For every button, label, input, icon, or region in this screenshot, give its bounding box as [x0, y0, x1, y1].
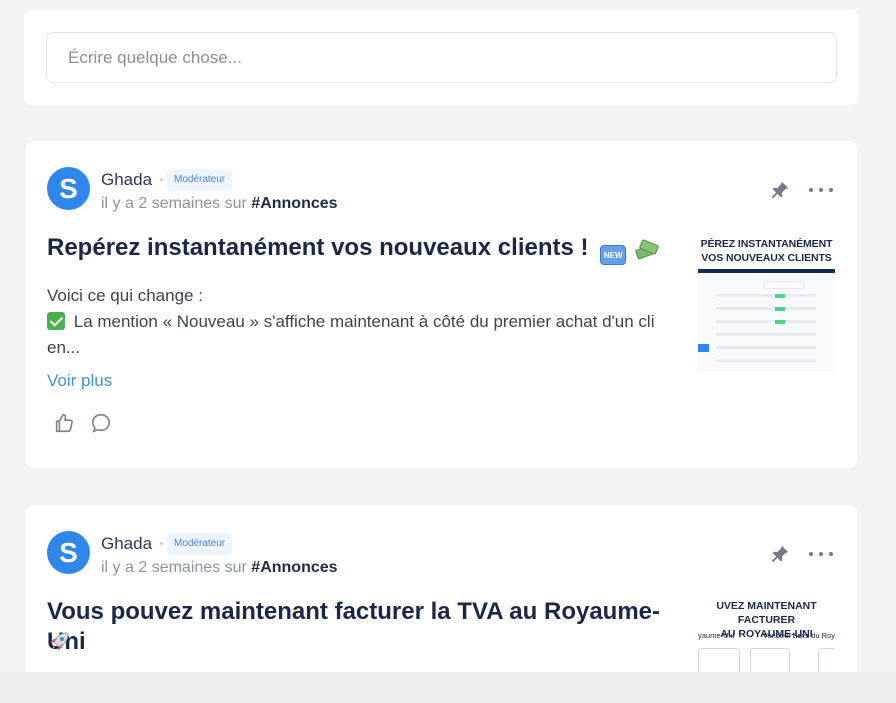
post-composer-input[interactable]	[46, 32, 837, 83]
post-title[interactable]: Vous pouvez maintenant facturer la TVA a…	[47, 597, 692, 657]
thumbnail-screenshot	[698, 276, 835, 371]
more-options-icon[interactable]	[809, 546, 833, 562]
more-options-icon[interactable]	[809, 182, 833, 198]
moderator-badge: Modérateur	[167, 533, 233, 555]
separator-dot	[160, 178, 163, 181]
moderator-badge: Modérateur	[167, 169, 233, 191]
thumbnail-new-badge	[775, 294, 785, 298]
post-body: Voici ce qui change : La mention « Nouve…	[47, 283, 691, 361]
body-line: La mention « Nouveau » s'affiche mainten…	[47, 309, 691, 335]
pin-icon[interactable]	[769, 179, 791, 201]
thumbnail-row	[716, 359, 816, 362]
thumbnail-row	[716, 346, 816, 349]
see-more-link[interactable]: Voir plus	[47, 371, 112, 391]
thumbnail-right-label: Vendeur hors du Roy	[763, 631, 835, 640]
post-tag-link[interactable]: #Annonces	[251, 195, 337, 212]
thumbnail-row	[716, 294, 816, 297]
author-name[interactable]: Ghada	[101, 170, 152, 190]
post-time: il y a 2 semaines sur	[101, 559, 247, 576]
thumbnail-title-line: UVEZ MAINTENANT FACTURER	[716, 600, 817, 626]
body-line: en...	[47, 338, 81, 357]
post-meta: il y a 2 semaines sur #Annonces	[101, 195, 338, 213]
comment-icon[interactable]	[90, 412, 112, 434]
post-title[interactable]: Repérez instantanément vos nouveaux clie…	[47, 233, 687, 265]
post-time: il y a 2 semaines sur	[101, 195, 247, 212]
thumbnail-heading: PÉREZ INSTANTANÉMENT VOS NOUVEAUX CLIENT…	[698, 233, 835, 273]
pin-icon[interactable]	[769, 543, 791, 565]
money-wings-icon	[634, 238, 660, 260]
post-composer-card	[24, 10, 859, 105]
thumbnail-title-line: PÉREZ INSTANTANÉMENT	[700, 238, 833, 250]
rocket-icon	[50, 632, 69, 651]
thumbnail-left-label: yaume-Uni	[698, 631, 735, 640]
viewport-bottom-shade	[0, 672, 896, 703]
thumbnail-popup	[764, 281, 804, 289]
post-title-text: Vous pouvez maintenant facturer la TVA a…	[47, 598, 661, 655]
thumbnail-title-line: VOS NOUVEAUX CLIENTS	[701, 252, 832, 264]
avatar[interactable]: S	[47, 531, 90, 574]
thumbnail-nav-bar	[698, 269, 835, 273]
post-thumbnail[interactable]: PÉREZ INSTANTANÉMENT VOS NOUVEAUX CLIENT…	[698, 233, 835, 371]
body-line-text: La mention « Nouveau » s'affiche mainten…	[73, 312, 655, 331]
thumbnail-row	[716, 320, 816, 323]
thumbnail-heading: UVEZ MAINTENANT FACTURER AU ROYAUME-UNI	[698, 597, 835, 640]
post-tag-link[interactable]: #Annonces	[251, 559, 337, 576]
separator-dot	[160, 542, 163, 545]
thumbnail-right-label-prefix: Vendeur	[762, 631, 793, 640]
thumbnail-row	[716, 307, 816, 310]
thumbnail-right-label-suffix: du Roy	[809, 631, 835, 640]
avatar[interactable]: S	[47, 167, 90, 210]
post-meta: il y a 2 semaines sur #Annonces	[101, 559, 338, 577]
post-card: S Ghada Modérateur il y a 2 semaines sur…	[26, 141, 857, 468]
author-name[interactable]: Ghada	[101, 534, 152, 554]
thumbnail-button	[698, 344, 709, 352]
thumb-up-icon[interactable]	[53, 412, 75, 434]
body-line: Voici ce qui change :	[47, 286, 203, 305]
check-icon	[47, 312, 65, 330]
thumbnail-new-badge	[775, 307, 785, 311]
new-emoji-icon: NEW	[600, 245, 627, 265]
thumbnail-right-label-bold: hors	[792, 631, 810, 640]
thumbnail-new-badge	[775, 320, 785, 324]
post-title-text: Repérez instantanément vos nouveaux clie…	[47, 234, 589, 261]
thumbnail-row	[716, 333, 816, 336]
